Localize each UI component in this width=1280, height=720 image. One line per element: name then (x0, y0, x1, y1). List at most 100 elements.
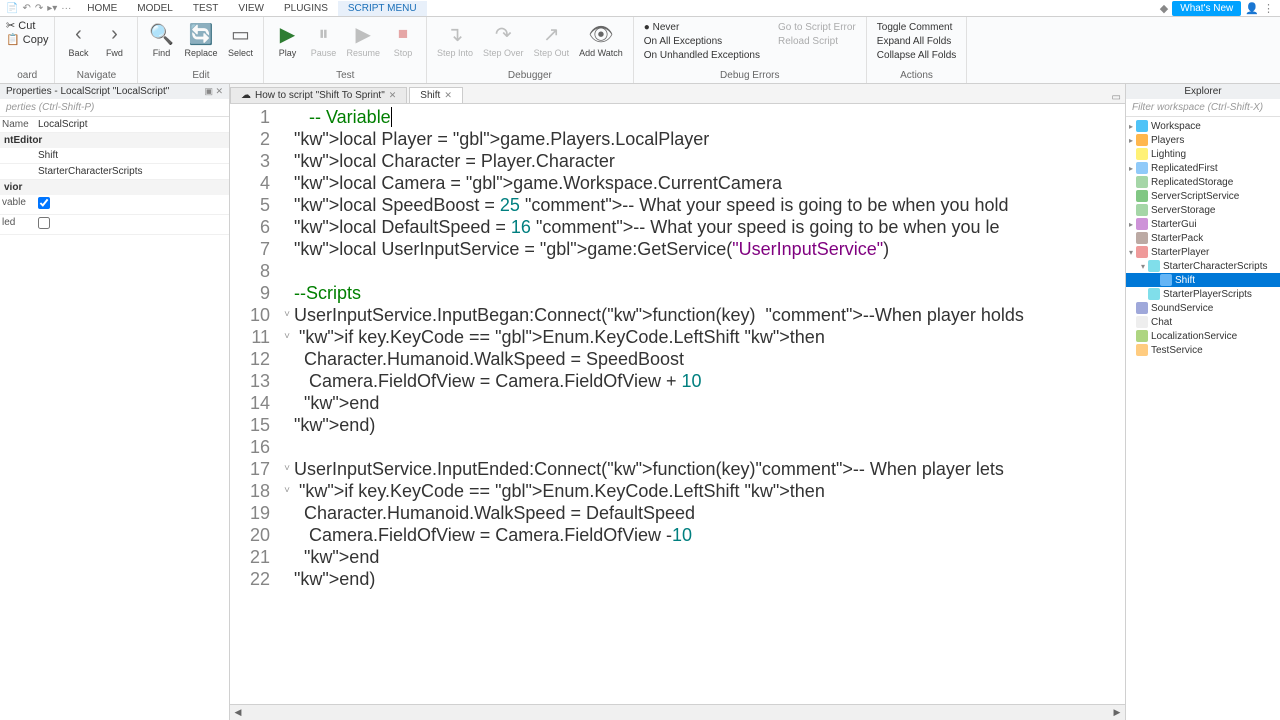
editor-controls[interactable]: ▭ (1112, 92, 1125, 103)
menu-tab-plugins[interactable]: PLUGINS (274, 1, 338, 16)
service-icon (1136, 232, 1148, 244)
tree-node-testservice[interactable]: TestService (1126, 343, 1280, 357)
menu-tab-test[interactable]: TEST (183, 1, 229, 16)
scroll-left-icon[interactable]: ◀ (230, 707, 246, 718)
menu-tab-script-menu[interactable]: SCRIPT MENU (338, 1, 427, 16)
prop-name-value[interactable]: LocalScript (38, 119, 87, 130)
find-button[interactable]: 🔍Find (144, 19, 178, 69)
tree-node-players[interactable]: ▸Players (1126, 133, 1280, 147)
undo-icon[interactable]: ↶ (22, 3, 30, 14)
prop-cat-editor[interactable]: ntEditor (0, 133, 229, 148)
expand-icon[interactable]: ▸ (1126, 164, 1136, 173)
disabled-checkbox[interactable] (38, 217, 50, 229)
tree-node-serverscriptservice[interactable]: ServerScriptService (1126, 189, 1280, 203)
service-icon (1136, 162, 1148, 174)
archivable-checkbox[interactable] (38, 197, 50, 209)
explorer-panel: Explorer Filter workspace (Ctrl-Shift-X)… (1125, 84, 1280, 720)
tree-node-startergui[interactable]: ▸StarterGui (1126, 217, 1280, 231)
redo-icon[interactable]: ↷ (35, 3, 43, 14)
tree-node-starterpack[interactable]: StarterPack (1126, 231, 1280, 245)
service-icon (1136, 218, 1148, 230)
expand-icon[interactable]: ▾ (1126, 248, 1136, 257)
properties-panel: Properties - LocalScript "LocalScript" ▣ … (0, 84, 230, 720)
expand-icon[interactable]: ▾ (1138, 262, 1148, 271)
tree-node-serverstorage[interactable]: ServerStorage (1126, 203, 1280, 217)
quick-access-toolbar: 📄 ↶ ↷ ▸▾ ··· (0, 3, 77, 14)
code-editor[interactable]: 12345678910111213141516171819202122 ˅˅˅˅… (230, 104, 1125, 704)
service-icon (1136, 148, 1148, 160)
whats-new-button[interactable]: What's New (1172, 1, 1241, 16)
explorer-filter[interactable]: Filter workspace (Ctrl-Shift-X) (1126, 99, 1280, 117)
cloud-icon: ☁ (241, 90, 251, 101)
editor-tab[interactable]: Shift✕ (409, 87, 463, 103)
expand-folds-button[interactable]: Expand All Folds (873, 35, 960, 48)
service-icon (1136, 344, 1148, 356)
menu-tab-home[interactable]: HOME (77, 1, 127, 16)
expand-icon[interactable]: ▸ (1126, 136, 1136, 145)
tree-node-soundservice[interactable]: SoundService (1126, 301, 1280, 315)
service-icon (1148, 260, 1160, 272)
tree-node-replicatedstorage[interactable]: ReplicatedStorage (1126, 175, 1280, 189)
scroll-right-icon[interactable]: ▶ (1109, 707, 1125, 718)
horizontal-scrollbar[interactable]: ◀ ▶ (230, 704, 1125, 720)
unhandled-option[interactable]: On Unhandled Exceptions (640, 49, 764, 62)
fwd-button[interactable]: ›Fwd (97, 19, 131, 69)
service-icon (1136, 246, 1148, 258)
copy-button[interactable]: 📋 Copy (6, 33, 48, 46)
close-icon[interactable]: ✕ (444, 90, 452, 101)
step-out-button: ↗Step Out (530, 19, 574, 69)
select-button[interactable]: ▭Select (223, 19, 257, 69)
back-button[interactable]: ‹Back (61, 19, 95, 69)
tree-node-startercharacterscripts[interactable]: ▾StarterCharacterScripts (1126, 259, 1280, 273)
never-option[interactable]: ● Never (640, 21, 764, 34)
menu-tab-model[interactable]: MODEL (127, 1, 183, 16)
prop-parent-value[interactable]: StarterCharacterScripts (38, 166, 142, 177)
expand-icon[interactable]: ▸ (1126, 122, 1136, 131)
close-icon[interactable]: ✕ (389, 90, 397, 101)
user-icon[interactable]: 👤 (1245, 2, 1259, 15)
pause-button: ⏸Pause (306, 19, 340, 69)
collapse-folds-button[interactable]: Collapse All Folds (873, 49, 960, 62)
menu-tabs: HOMEMODELTESTVIEWPLUGINSSCRIPT MENU (77, 1, 426, 16)
explorer-tree: ▸Workspace▸PlayersLighting▸ReplicatedFir… (1126, 117, 1280, 720)
tree-node-chat[interactable]: Chat (1126, 315, 1280, 329)
resume-button: ▶Resume (342, 19, 384, 69)
tree-node-starterplayerscripts[interactable]: StarterPlayerScripts (1126, 287, 1280, 301)
add-watch-button[interactable]: 👁Add Watch (575, 19, 627, 69)
file-icon[interactable]: 📄 (6, 3, 18, 14)
prop-value[interactable]: Shift (38, 150, 58, 161)
service-icon (1136, 302, 1148, 314)
explorer-title: Explorer (1184, 86, 1221, 97)
tree-node-starterplayer[interactable]: ▾StarterPlayer (1126, 245, 1280, 259)
menu-tab-view[interactable]: VIEW (228, 1, 274, 16)
all-exceptions-option[interactable]: On All Exceptions (640, 35, 764, 48)
more-icon[interactable]: ··· (61, 3, 71, 14)
panel-buttons[interactable]: ▣ ✕ (204, 86, 223, 97)
tree-node-workspace[interactable]: ▸Workspace (1126, 119, 1280, 133)
properties-filter[interactable]: perties (Ctrl-Shift-P) (0, 99, 229, 117)
editor-tabs: ☁How to script "Shift To Sprint"✕Shift✕ ▭ (230, 84, 1125, 104)
step-over-button: ↷Step Over (479, 19, 528, 69)
service-icon (1148, 288, 1160, 300)
properties-title: Properties - LocalScript "LocalScript" (6, 86, 169, 97)
service-icon (1136, 204, 1148, 216)
help-icon[interactable]: ◆ (1160, 2, 1168, 15)
share-icon[interactable]: ⋮ (1263, 2, 1274, 15)
play-dropdown-icon[interactable]: ▸▾ (47, 3, 57, 14)
menubar: 📄 ↶ ↷ ▸▾ ··· HOMEMODELTESTVIEWPLUGINSSCR… (0, 0, 1280, 17)
service-icon (1136, 316, 1148, 328)
group-clipboard: oard (6, 69, 48, 83)
play-button[interactable]: ▶Play (270, 19, 304, 69)
editor-area: ☁How to script "Shift To Sprint"✕Shift✕ ▭… (230, 84, 1125, 720)
tree-node-replicatedfirst[interactable]: ▸ReplicatedFirst (1126, 161, 1280, 175)
toggle-comment-button[interactable]: Toggle Comment (873, 21, 960, 34)
expand-icon[interactable]: ▸ (1126, 220, 1136, 229)
cut-button[interactable]: ✂ Cut (6, 19, 48, 32)
tree-node-localizationservice[interactable]: LocalizationService (1126, 329, 1280, 343)
editor-tab[interactable]: ☁How to script "Shift To Sprint"✕ (230, 87, 407, 103)
tree-node-shift[interactable]: Shift (1126, 273, 1280, 287)
prop-cat-behavior[interactable]: vior (0, 180, 229, 195)
tree-node-lighting[interactable]: Lighting (1126, 147, 1280, 161)
replace-button[interactable]: 🔄Replace (180, 19, 221, 69)
goto-error-button: Go to Script Error (774, 21, 860, 34)
